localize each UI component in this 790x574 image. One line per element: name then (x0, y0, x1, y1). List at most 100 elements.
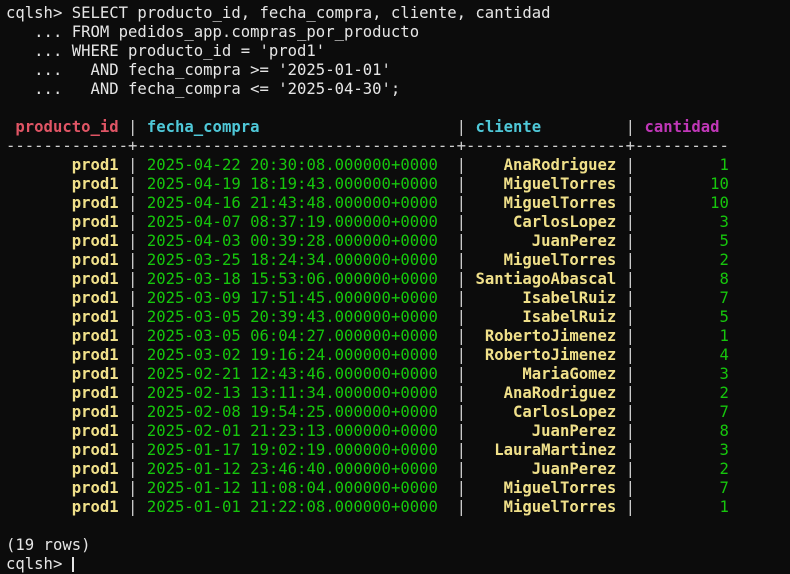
table-row: prod1 | 2025-03-02 19:16:24.000000+0000 … (6, 346, 729, 364)
cell-fecha-compra: 2025-04-22 20:30:08.000000+0000 (146, 156, 448, 174)
cell-producto-id: prod1 (6, 156, 119, 174)
cell-cantidad: 3 (644, 441, 729, 459)
cell-fecha-compra: 2025-03-18 15:53:06.000000+0000 (146, 270, 448, 288)
cell-fecha-compra: 2025-01-17 19:02:19.000000+0000 (146, 441, 448, 459)
cell-cliente: CarlosLopez (475, 213, 617, 231)
cell-cliente: LauraMartinez (475, 441, 617, 459)
cell-cliente: MariaGomez (475, 365, 617, 383)
cell-cantidad: 3 (644, 365, 729, 383)
cell-producto-id: prod1 (6, 213, 119, 231)
cell-cantidad: 7 (644, 403, 729, 421)
cell-fecha-compra: 2025-01-01 21:22:08.000000+0000 (146, 498, 448, 516)
table-row: prod1 | 2025-02-01 21:23:13.000000+0000 … (6, 422, 729, 440)
cell-producto-id: prod1 (6, 365, 119, 383)
header-separator-line: -------------+--------------------------… (6, 137, 729, 155)
cell-cliente: AnaRodriguez (475, 156, 617, 174)
cell-cliente: MiguelTorres (475, 479, 617, 497)
table-row: prod1 | 2025-01-12 11:08:04.000000+0000 … (6, 479, 729, 497)
cell-cliente: MiguelTorres (475, 498, 617, 516)
column-header-cantidad: cantidad (644, 118, 720, 136)
table-row: prod1 | 2025-04-22 20:30:08.000000+0000 … (6, 156, 729, 174)
cell-fecha-compra: 2025-02-01 21:23:13.000000+0000 (146, 422, 448, 440)
cell-producto-id: prod1 (6, 460, 119, 478)
cell-producto-id: prod1 (6, 422, 119, 440)
table-row: prod1 | 2025-03-18 15:53:06.000000+0000 … (6, 270, 729, 288)
prompt: cqlsh> (6, 555, 72, 573)
cell-fecha-compra: 2025-04-19 18:19:43.000000+0000 (146, 175, 448, 193)
cell-cliente: MiguelTorres (475, 251, 617, 269)
table-row: prod1 | 2025-04-07 08:37:19.000000+0000 … (6, 213, 729, 231)
table-row: prod1 | 2025-02-21 12:43:46.000000+0000 … (6, 365, 729, 383)
cell-producto-id: prod1 (6, 289, 119, 307)
cell-cantidad: 2 (644, 251, 729, 269)
cell-fecha-compra: 2025-03-09 17:51:45.000000+0000 (146, 289, 448, 307)
cell-cantidad: 8 (644, 270, 729, 288)
row-count-summary: (19 rows) (6, 536, 91, 554)
result-rows: prod1 | 2025-04-22 20:30:08.000000+0000 … (6, 156, 790, 517)
column-header-producto-id: producto_id (15, 118, 119, 136)
cell-producto-id: prod1 (6, 441, 119, 459)
table-row: prod1 | 2025-04-16 21:43:48.000000+0000 … (6, 194, 729, 212)
cell-producto-id: prod1 (6, 498, 119, 516)
cell-producto-id: prod1 (6, 232, 119, 250)
command-line-5: ... AND fecha_compra <= '2025-04-30'; (6, 80, 401, 98)
command-line-2: ... FROM pedidos_app.compras_por_product… (6, 23, 420, 41)
cell-cantidad: 5 (644, 232, 729, 250)
cell-cliente: JuanPerez (475, 422, 617, 440)
cell-producto-id: prod1 (6, 175, 119, 193)
cell-cliente: AnaRodriguez (475, 384, 617, 402)
query-text: SELECT producto_id, fecha_compra, client… (71, 4, 551, 22)
table-row: prod1 | 2025-04-03 00:39:28.000000+0000 … (6, 232, 729, 250)
cell-producto-id: prod1 (6, 403, 119, 421)
cell-cantidad: 1 (644, 156, 729, 174)
cell-fecha-compra: 2025-01-12 11:08:04.000000+0000 (146, 479, 448, 497)
cell-producto-id: prod1 (6, 346, 119, 364)
cell-cantidad: 3 (644, 213, 729, 231)
prompt: cqlsh> (6, 4, 72, 22)
table-row: prod1 | 2025-03-25 18:24:34.000000+0000 … (6, 251, 729, 269)
cell-fecha-compra: 2025-03-05 06:04:27.000000+0000 (146, 327, 448, 345)
cell-fecha-compra: 2025-03-05 20:39:43.000000+0000 (146, 308, 448, 326)
cell-fecha-compra: 2025-04-16 21:43:48.000000+0000 (146, 194, 448, 212)
cell-cantidad: 1 (644, 327, 729, 345)
cell-cliente: JuanPerez (475, 232, 617, 250)
table-row: prod1 | 2025-03-05 06:04:27.000000+0000 … (6, 327, 729, 345)
command-line-3: ... WHERE producto_id = 'prod1' (6, 42, 326, 60)
cell-cantidad: 8 (644, 422, 729, 440)
cell-cantidad: 1 (644, 498, 729, 516)
cell-cantidad: 7 (644, 289, 729, 307)
cell-cliente: MiguelTorres (475, 194, 617, 212)
cell-producto-id: prod1 (6, 384, 119, 402)
column-header-fecha-compra: fecha_compra (146, 118, 448, 136)
terminal-window[interactable]: cqlsh> SELECT producto_id, fecha_compra,… (6, 4, 790, 574)
cell-fecha-compra: 2025-02-08 19:54:25.000000+0000 (146, 403, 448, 421)
cell-fecha-compra: 2025-02-13 13:11:34.000000+0000 (146, 384, 448, 402)
table-row: prod1 | 2025-01-12 23:46:40.000000+0000 … (6, 460, 729, 478)
cell-cantidad: 10 (644, 194, 729, 212)
text-cursor (71, 557, 74, 572)
cell-cantidad: 2 (644, 384, 729, 402)
table-row: prod1 | 2025-03-05 20:39:43.000000+0000 … (6, 308, 729, 326)
cell-cantidad: 7 (644, 479, 729, 497)
result-header-row: producto_id | fecha_compra | cliente | c… (15, 118, 720, 136)
table-row: prod1 | 2025-01-17 19:02:19.000000+0000 … (6, 441, 729, 459)
cell-producto-id: prod1 (6, 308, 119, 326)
cell-cantidad: 5 (644, 308, 729, 326)
cell-cliente: RobertoJimenez (475, 327, 617, 345)
cell-cliente: CarlosLopez (475, 403, 617, 421)
cell-fecha-compra: 2025-03-25 18:24:34.000000+0000 (146, 251, 448, 269)
cell-fecha-compra: 2025-02-21 12:43:46.000000+0000 (146, 365, 448, 383)
cell-cantidad: 2 (644, 460, 729, 478)
cell-producto-id: prod1 (6, 479, 119, 497)
cell-cliente: RobertoJimenez (475, 346, 617, 364)
cell-cliente: JuanPerez (475, 460, 617, 478)
table-row: prod1 | 2025-02-13 13:11:34.000000+0000 … (6, 384, 729, 402)
cell-cantidad: 4 (644, 346, 729, 364)
next-prompt-line[interactable]: cqlsh> (6, 555, 790, 574)
table-row: prod1 | 2025-03-09 17:51:45.000000+0000 … (6, 289, 729, 307)
cell-cliente: MiguelTorres (475, 175, 617, 193)
cell-fecha-compra: 2025-01-12 23:46:40.000000+0000 (146, 460, 448, 478)
cell-producto-id: prod1 (6, 194, 119, 212)
